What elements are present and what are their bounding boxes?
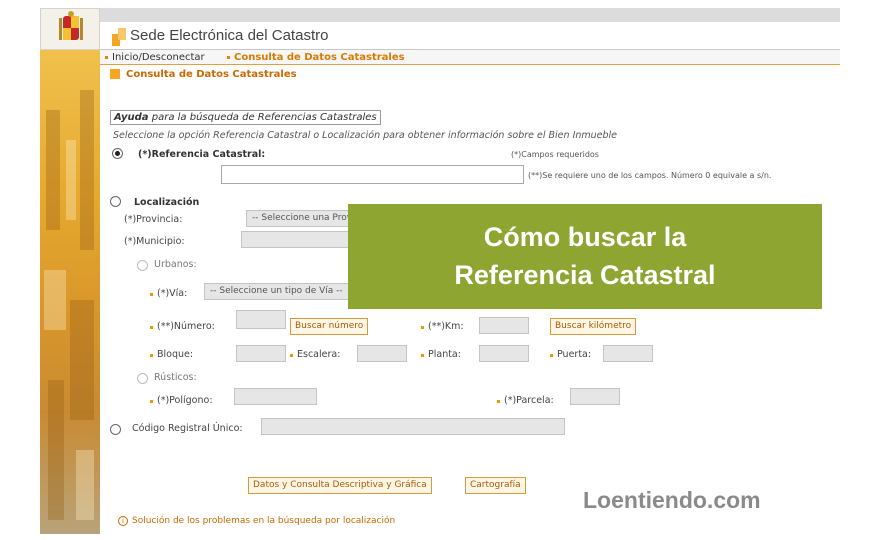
- referencia-label: (*)Referencia Catastral:: [138, 149, 266, 160]
- top-bar: [100, 8, 840, 22]
- poligono-input[interactable]: [234, 388, 317, 405]
- breadcrumb-home-link[interactable]: Inicio/Desconectar: [112, 52, 205, 63]
- help-link-text: para la búsqueda de Referencias Catastra…: [148, 112, 377, 123]
- km-label: (**)Km:: [428, 321, 464, 332]
- bullet-icon: [150, 293, 153, 296]
- bullet-icon: [290, 354, 293, 357]
- breadcrumb: Inicio/Desconectar Consulta de Datos Cat…: [100, 50, 840, 65]
- escalera-input[interactable]: [357, 345, 407, 362]
- bullet-icon: [150, 326, 153, 329]
- planta-label: Planta:: [428, 349, 461, 360]
- catastro-logo-icon: [112, 26, 126, 46]
- breadcrumb-current[interactable]: Consulta de Datos Catastrales: [234, 52, 405, 63]
- codigo-radio[interactable]: [110, 424, 121, 435]
- help-link[interactable]: Ayuda para la búsqueda de Referencias Ca…: [110, 110, 381, 125]
- instructions-text: Seleccione la opción Referencia Catastra…: [113, 130, 618, 141]
- urbanos-radio[interactable]: [137, 260, 148, 271]
- km-input[interactable]: [479, 317, 529, 334]
- urbanos-label: Urbanos:: [154, 259, 197, 270]
- overlay-line-1: Cómo buscar la: [483, 222, 687, 252]
- cartografia-button[interactable]: Cartografía: [465, 477, 526, 494]
- required-note: (*)Campos requeridos: [511, 150, 599, 159]
- buscar-numero-button[interactable]: Buscar número: [290, 318, 369, 335]
- bullet-icon: [497, 400, 500, 403]
- puerta-label: Puerta:: [557, 349, 592, 360]
- title-bar: Sede Electrónica del Catastro: [100, 22, 840, 50]
- app-title: Sede Electrónica del Catastro: [130, 27, 329, 44]
- parcela-input[interactable]: [570, 388, 620, 405]
- bullet-icon: [105, 56, 108, 59]
- city-photo-strip: [40, 50, 100, 534]
- bloque-label: Bloque:: [157, 349, 194, 360]
- buscar-km-button[interactable]: Buscar kilómetro: [550, 318, 637, 335]
- bullet-icon: [150, 354, 153, 357]
- left-decoration: [40, 8, 100, 534]
- numero-input[interactable]: [236, 310, 286, 329]
- localizacion-help-link[interactable]: Solución de los problemas en la búsqueda…: [132, 516, 395, 526]
- planta-input[interactable]: [479, 345, 529, 362]
- parcela-label: (*)Parcela:: [504, 395, 554, 406]
- municipio-select[interactable]: [241, 231, 353, 248]
- bullet-icon: [150, 400, 153, 403]
- overlay-line-2: Referencia Catastral: [454, 260, 716, 290]
- poligono-label: (*)Polígono:: [157, 395, 213, 406]
- referencia-input[interactable]: [221, 165, 524, 184]
- bullet-icon: [227, 56, 230, 59]
- rusticos-label: Rústicos:: [154, 372, 197, 383]
- municipio-label: (*)Municipio:: [124, 236, 185, 247]
- number-note: (**)Se requiere uno de los campos. Númer…: [528, 171, 772, 180]
- numero-label: (**)Número:: [157, 321, 215, 332]
- bullet-icon: [550, 354, 553, 357]
- rusticos-radio[interactable]: [137, 373, 148, 384]
- bullet-icon: [421, 354, 424, 357]
- escalera-label: Escalera:: [297, 349, 341, 360]
- bloque-input[interactable]: [236, 345, 286, 362]
- codigo-input[interactable]: [261, 418, 565, 435]
- referencia-radio[interactable]: [112, 148, 123, 159]
- provincia-label: (*)Provincia:: [124, 214, 183, 225]
- codigo-label: Código Registral Único:: [132, 423, 243, 434]
- bullet-icon: [421, 326, 424, 329]
- page: Sede Electrónica del Catastro Inicio/Des…: [0, 0, 880, 540]
- section-icon: [110, 69, 120, 79]
- title-overlay-banner: Cómo buscar la Referencia Catastral: [348, 204, 822, 309]
- datos-consulta-button[interactable]: Datos y Consulta Descriptiva y Gráfica: [248, 477, 432, 494]
- localizacion-radio[interactable]: [110, 196, 121, 207]
- localizacion-label: Localización: [134, 197, 200, 208]
- via-label: (*)Vía:: [157, 288, 188, 299]
- watermark: Loentiendo.com: [583, 487, 761, 513]
- help-link-bold: Ayuda: [114, 112, 149, 123]
- puerta-input[interactable]: [603, 345, 653, 362]
- info-icon: i: [118, 516, 128, 526]
- coat-of-arms-logo: [40, 8, 100, 50]
- section-title: Consulta de Datos Catastrales: [126, 69, 297, 80]
